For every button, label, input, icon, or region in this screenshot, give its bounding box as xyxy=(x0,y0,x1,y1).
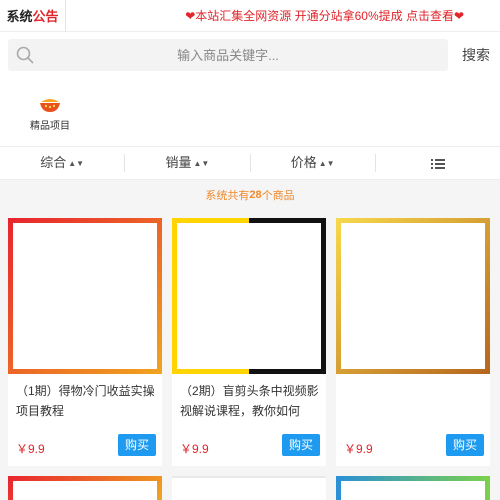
thumbnail-placeholder xyxy=(177,223,321,369)
product-card[interactable]: ￥9.9 购买 xyxy=(336,218,490,466)
notice-badge-announcement: 公告 xyxy=(32,9,59,24)
buy-button[interactable]: 购买 xyxy=(446,434,484,456)
product-thumbnail[interactable] xyxy=(336,218,490,374)
buy-button[interactable]: 购买 xyxy=(118,434,156,456)
thumbnail-placeholder xyxy=(13,223,157,369)
product-thumbnail[interactable] xyxy=(8,218,162,374)
category-item-premium[interactable]: 精品项目 xyxy=(28,96,72,132)
thumbnail-placeholder xyxy=(341,223,485,369)
notice-badge-system: 系统 xyxy=(6,9,33,24)
sort-arrows-icon: ▲▼ xyxy=(68,158,85,168)
product-card[interactable]: （2期）盲剪头条中视频影视解说课程，教你如何三... ￥9.9 购买 xyxy=(172,218,326,466)
sort-arrows-icon: ▲▼ xyxy=(318,158,335,168)
sort-arrows-icon: ▲▼ xyxy=(193,158,210,168)
search-bar: 搜索 xyxy=(0,32,500,78)
product-count: 系统共有 28 个商品 xyxy=(0,180,500,210)
sort-sales[interactable]: 销量 ▲▼ xyxy=(125,154,251,172)
sort-label: 综合 xyxy=(40,155,67,170)
search-box[interactable] xyxy=(8,39,448,71)
product-card-partial[interactable] xyxy=(172,476,326,500)
view-toggle-button[interactable] xyxy=(376,154,500,172)
search-input[interactable] xyxy=(78,40,378,70)
list-icon xyxy=(430,158,445,169)
product-thumbnail[interactable] xyxy=(172,218,326,374)
product-card-partial[interactable] xyxy=(336,476,490,500)
count-prefix: 系统共有 xyxy=(205,190,250,202)
product-title[interactable]: （2期）盲剪头条中视频影视解说课程，教你如何三... xyxy=(180,381,320,421)
product-price: ￥9.9 xyxy=(344,442,373,456)
product-title[interactable] xyxy=(344,381,484,421)
search-icon xyxy=(16,46,34,64)
sort-comprehensive[interactable]: 综合 ▲▼ xyxy=(0,154,126,172)
sort-label: 销量 xyxy=(165,155,192,170)
thumbnail-placeholder xyxy=(341,481,485,500)
sort-label: 价格 xyxy=(290,155,317,170)
count-number: 28 xyxy=(249,189,262,201)
product-card-partial[interactable] xyxy=(8,476,162,500)
notice-bar[interactable]: 系统 公告 ❤本站汇集全网资源 开通分站拿60%提成 点击查看❤ xyxy=(0,0,500,32)
category-label: 精品项目 xyxy=(30,121,70,132)
product-price: ￥9.9 xyxy=(16,442,45,456)
sort-price[interactable]: 价格 ▲▼ xyxy=(251,154,376,172)
notice-text[interactable]: ❤本站汇集全网资源 开通分站拿60%提成 点击查看❤ xyxy=(66,7,500,24)
product-card[interactable]: （1期）得物冷门收益实操项目教程 ￥9.9 购买 xyxy=(8,218,162,466)
category-bar: 精品项目 xyxy=(0,78,500,146)
product-price: ￥9.9 xyxy=(180,442,209,456)
thumbnail-placeholder xyxy=(13,481,157,500)
search-button[interactable]: 搜索 xyxy=(448,45,492,65)
buy-button[interactable]: 购买 xyxy=(282,434,320,456)
notice-badge: 系统 公告 xyxy=(0,0,66,32)
count-suffix: 个商品 xyxy=(261,190,295,202)
product-title[interactable]: （1期）得物冷门收益实操项目教程 xyxy=(16,381,156,421)
bowl-icon xyxy=(40,99,60,112)
sort-bar: 综合 ▲▼ 销量 ▲▼ 价格 ▲▼ xyxy=(0,146,500,180)
